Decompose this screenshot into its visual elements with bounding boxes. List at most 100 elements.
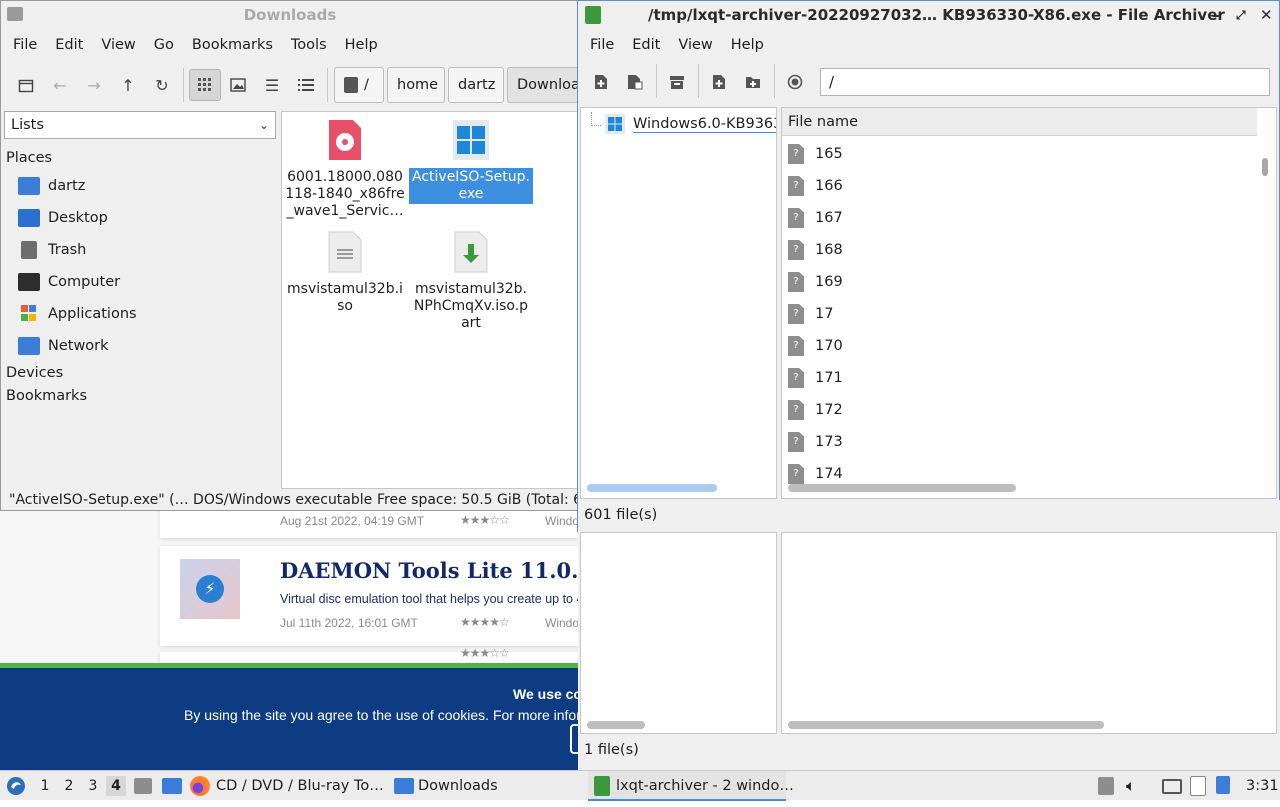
file-manager-launcher-icon[interactable] <box>134 771 154 801</box>
devices-header[interactable]: Devices <box>6 365 63 381</box>
sidebar-item-network[interactable]: Network <box>18 332 109 360</box>
file-item[interactable]: ActiveISO-Setup.exe <box>409 118 533 204</box>
up-arrow-icon[interactable]: ↑ <box>114 71 142 99</box>
file-item[interactable]: 6001.18000.080 118-1840_x86fre _wave1_Se… <box>283 118 407 221</box>
location-input[interactable]: / <box>820 68 1270 96</box>
file-row[interactable]: ? 165 <box>788 140 843 168</box>
new-tab-icon[interactable] <box>12 71 40 99</box>
notification-icon[interactable] <box>1216 771 1234 801</box>
menu-file[interactable]: File <box>4 29 46 61</box>
sidebar-item-computer[interactable]: Computer <box>18 268 120 296</box>
side-pane-mode-select[interactable]: Lists ⌄ <box>4 111 276 139</box>
cookie-title: We use coo <box>513 686 580 702</box>
bookmarks-header[interactable]: Bookmarks <box>6 388 87 404</box>
tray-up-arrow-icon[interactable] <box>1098 771 1116 801</box>
product-title[interactable]: DAEMON Tools Lite 11.0.0.199 <box>280 558 580 583</box>
places-sidebar: Places dartz Desktop Trash Computer Appl… <box>4 146 276 486</box>
horizontal-scrollbar[interactable] <box>587 484 717 492</box>
clock[interactable]: 3:31 <box>1246 771 1279 801</box>
window-titlebar[interactable]: Downloads <box>1 1 579 29</box>
forward-arrow-icon[interactable]: → <box>80 71 108 99</box>
product-description: Virtual disc emulation tool that helps y… <box>280 592 580 606</box>
clipboard-icon[interactable] <box>1190 771 1208 801</box>
file-view[interactable]: 6001.18000.080 118-1840_x86fre _wave1_Se… <box>281 111 579 489</box>
file-row[interactable]: ? 167 <box>788 204 843 232</box>
file-row[interactable]: ? 168 <box>788 236 843 264</box>
sidebar-item-home[interactable]: dartz <box>18 172 85 200</box>
desktop-switch-1[interactable]: 1 <box>35 776 55 796</box>
open-archive-icon[interactable] <box>621 68 649 96</box>
file-row[interactable]: ? 170 <box>788 332 843 360</box>
menu-view[interactable]: View <box>92 29 144 61</box>
volume-icon[interactable]: 🔈︎ <box>1126 771 1146 801</box>
horizontal-scrollbar[interactable] <box>788 721 1104 729</box>
tree-item[interactable]: Windows6.0-KB93633 <box>605 110 776 138</box>
archive-file-list[interactable]: File name ? 165 ? 166 ? 167 ? 168 ? 169 ? 17 ? 170 ? 17… <box>781 107 1277 499</box>
menu-bar: File Edit View Go Bookmarks Tools Help <box>1 29 579 61</box>
add-folder-icon[interactable] <box>739 68 767 96</box>
horizontal-scrollbar[interactable] <box>587 721 645 729</box>
product-card[interactable]: ⚡ DAEMON Tools Lite 11.0.0.199 Virtual d… <box>160 546 580 646</box>
menu-edit[interactable]: Edit <box>623 29 669 61</box>
places-header: Places <box>6 150 53 166</box>
task-downloads[interactable]: Downloads <box>394 771 574 801</box>
file-row[interactable]: ? 171 <box>788 364 843 392</box>
daemon-tools-logo: ⚡ <box>180 559 240 619</box>
task-lxqt-archiver[interactable]: lxqt-archiver - 2 windo… <box>588 771 794 801</box>
horizontal-scrollbar[interactable] <box>788 484 1016 492</box>
file-item[interactable]: msvistamul32b.NPhCmqXv.iso.part <box>409 230 533 333</box>
network-tray-icon[interactable] <box>1162 771 1184 801</box>
path-root-button[interactable]: / <box>334 67 384 103</box>
sidebar-item-trash[interactable]: Trash <box>18 236 86 264</box>
menu-help[interactable]: Help <box>336 29 387 61</box>
new-archive-icon[interactable] <box>587 68 615 96</box>
add-file-icon[interactable] <box>705 68 733 96</box>
extract-icon[interactable] <box>663 68 691 96</box>
reload-icon[interactable]: ↻ <box>148 71 176 99</box>
desktop-switch-4[interactable]: 4 <box>106 776 126 796</box>
vertical-scrollbar[interactable] <box>1262 158 1268 176</box>
menu-file[interactable]: File <box>581 29 623 61</box>
minimize-icon[interactable]: – <box>1212 1 1220 29</box>
menu-tools[interactable]: Tools <box>282 29 336 61</box>
menu-go[interactable]: Go <box>145 29 183 61</box>
task-firefox[interactable]: CD / DVD / Blu-ray To… <box>190 771 386 801</box>
path-downloads-button[interactable]: Downloa <box>507 67 579 103</box>
stop-icon[interactable] <box>781 68 809 96</box>
path-dartz-button[interactable]: dartz <box>448 67 504 103</box>
folder-tree[interactable]: Windows6.0-KB93633 <box>580 107 777 499</box>
product-card[interactable]: Aug 21st 2022, 04:19 GMT ★★★☆☆ Windo <box>160 510 580 538</box>
menu-help[interactable]: Help <box>722 29 773 61</box>
archiver-lower-window: 1 file(s) <box>578 532 1280 770</box>
column-header-file-name[interactable]: File name <box>782 108 1257 136</box>
path-home-button[interactable]: home <box>387 67 445 103</box>
menu-edit[interactable]: Edit <box>46 29 92 61</box>
menu-bookmarks[interactable]: Bookmarks <box>183 29 282 61</box>
menu-view[interactable]: View <box>669 29 721 61</box>
folder-tree[interactable] <box>580 532 777 734</box>
desktop-switch-2[interactable]: 2 <box>59 776 79 796</box>
window-titlebar[interactable]: /tmp/lxqt-archiver-20220927032… KB936330… <box>578 1 1279 29</box>
maximize-icon[interactable]: ⤢ <box>1236 1 1246 29</box>
file-row[interactable]: ? 17 <box>788 300 833 328</box>
sidebar-item-applications[interactable]: Applications <box>18 300 137 328</box>
icon-view-icon[interactable] <box>189 69 221 101</box>
product-platform: Windo <box>545 616 580 630</box>
file-row[interactable]: ? 169 <box>788 268 843 296</box>
thumbnail-view-icon[interactable] <box>224 71 252 99</box>
detailed-list-icon[interactable] <box>292 71 320 99</box>
file-row[interactable]: ? 172 <box>788 396 843 424</box>
back-arrow-icon[interactable]: ← <box>46 71 74 99</box>
desktop-switch-3[interactable]: 3 <box>83 776 103 796</box>
file-item[interactable]: msvistamul32b.iso <box>283 230 407 316</box>
archive-file-list[interactable] <box>781 532 1277 734</box>
close-icon[interactable]: ✕ <box>1260 1 1273 29</box>
sidebar-item-desktop[interactable]: Desktop <box>18 204 108 232</box>
status-bar: 601 file(s) <box>578 500 1280 532</box>
show-desktop-icon[interactable] <box>162 771 182 801</box>
start-menu-icon[interactable] <box>6 771 28 801</box>
file-row[interactable]: ? 173 <box>788 428 843 456</box>
file-row[interactable]: ? 166 <box>788 172 843 200</box>
compact-view-icon[interactable]: ☰ <box>258 71 286 99</box>
file-row-name: 166 <box>815 178 843 194</box>
